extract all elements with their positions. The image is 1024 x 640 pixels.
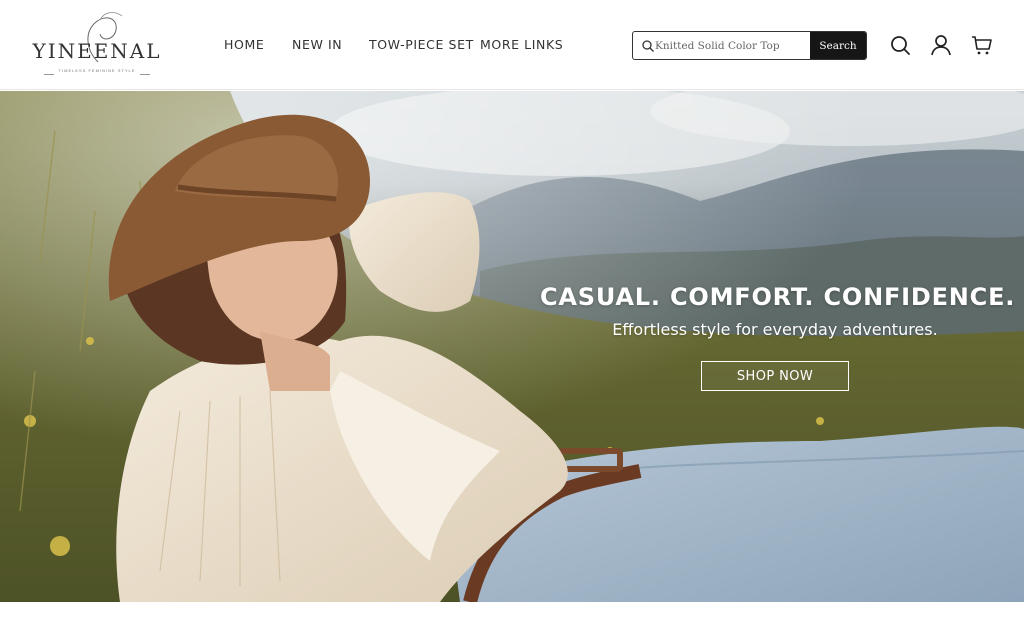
tagline-rule-left bbox=[44, 74, 54, 75]
nav-item-new-in[interactable]: NEW IN bbox=[292, 37, 342, 52]
search-field-icon bbox=[642, 40, 654, 52]
brand-tagline: TIMELESS FEMININE STYLE bbox=[58, 68, 136, 73]
brand-wordmark: YINEENAL bbox=[32, 39, 162, 63]
nav-item-more-links[interactable]: MORE LINKS bbox=[480, 37, 563, 52]
search-bar: Search bbox=[632, 31, 867, 60]
hero-image bbox=[0, 91, 1024, 602]
hero-subtitle: Effortless style for everyday adventures… bbox=[612, 320, 938, 339]
site-header: YINEENAL TIMELESS FEMININE STYLE HOME NE… bbox=[0, 0, 1024, 90]
tagline-rule-right bbox=[140, 74, 150, 75]
hero-text-block: CASUAL. COMFORT. CONFIDENCE. Effortless … bbox=[540, 283, 1016, 339]
search-button[interactable]: Search bbox=[810, 32, 866, 59]
cart-icon[interactable] bbox=[971, 34, 993, 56]
nav-item-tow-piece-set[interactable]: TOW-PIECE SET bbox=[369, 37, 474, 52]
hero-banner: CASUAL. COMFORT. CONFIDENCE. Effortless … bbox=[0, 91, 1024, 602]
search-input[interactable] bbox=[655, 32, 813, 59]
shop-now-button[interactable]: SHOP NOW bbox=[701, 361, 849, 391]
brand-logo[interactable]: YINEENAL TIMELESS FEMININE STYLE bbox=[30, 8, 164, 80]
page-body-start bbox=[0, 602, 1024, 640]
nav-item-home[interactable]: HOME bbox=[224, 37, 264, 52]
hero-title: CASUAL. COMFORT. CONFIDENCE. bbox=[540, 283, 1016, 311]
account-icon[interactable] bbox=[930, 34, 952, 56]
search-icon[interactable] bbox=[889, 34, 911, 56]
